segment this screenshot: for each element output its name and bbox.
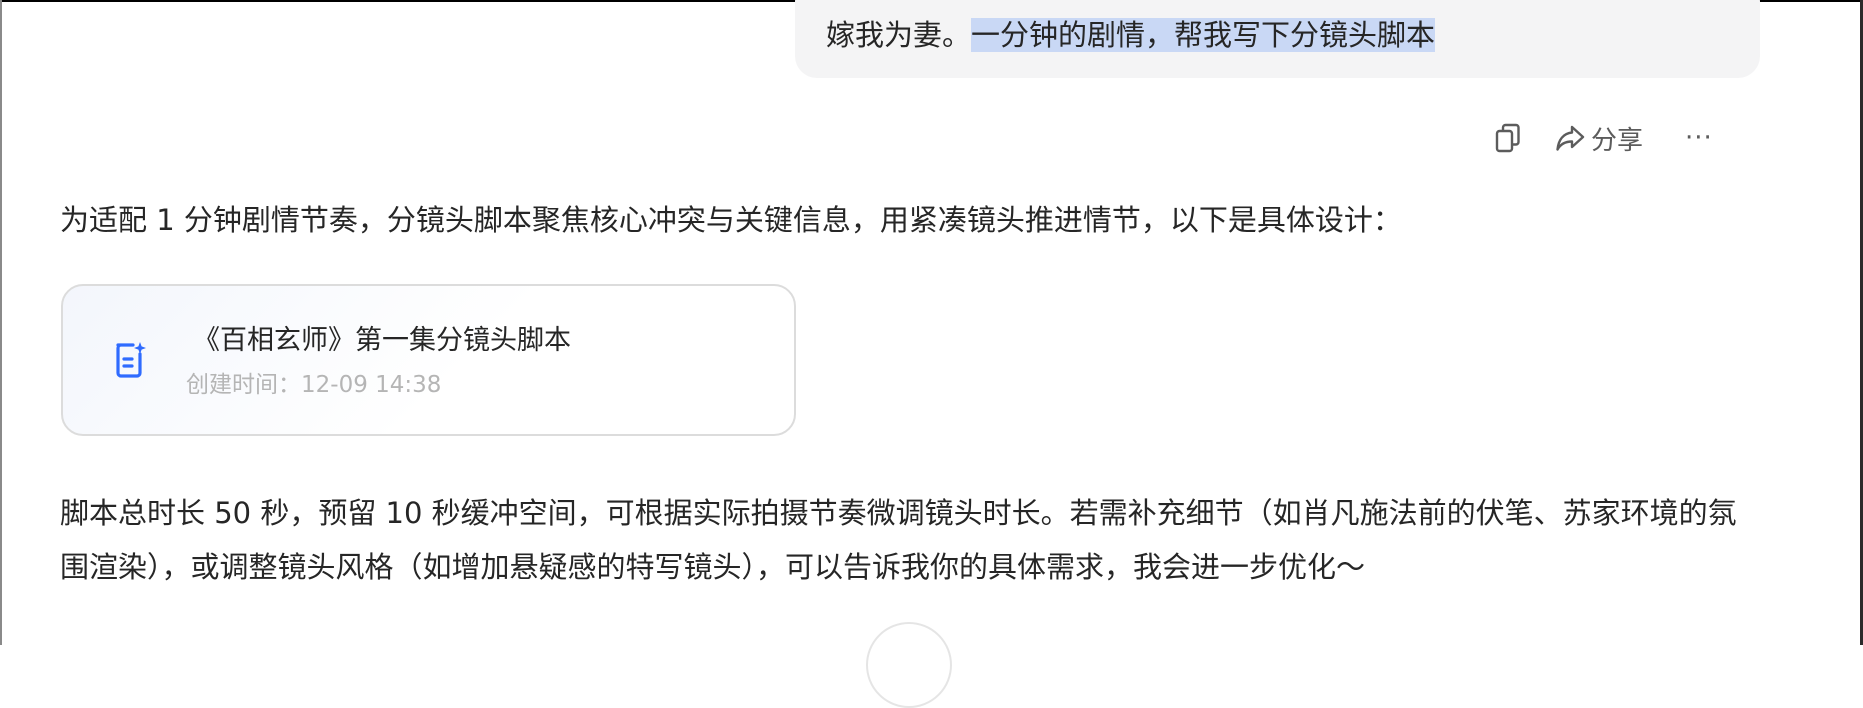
script-document-card[interactable]: 《百相玄师》第一集分镜头脚本 创建时间：12-09 14:38	[61, 284, 796, 436]
user-message-text[interactable]: 嫁我为妻。一分钟的剧情，帮我写下分镜头脚本	[826, 14, 1436, 56]
share-label: 分享	[1591, 125, 1644, 156]
message-action-bar: 分享 ···	[1495, 118, 1713, 158]
user-message-text-selected[interactable]: 一分钟的剧情，帮我写下分镜头脚本	[971, 18, 1436, 52]
document-created-time: 创建时间：12-09 14:38	[186, 368, 441, 402]
document-sparkle-icon	[116, 342, 146, 378]
copy-icon	[1495, 123, 1520, 153]
copy-button[interactable]	[1495, 123, 1521, 153]
scroll-to-bottom-button[interactable]	[866, 622, 952, 708]
created-time-label: 创建时间：	[186, 372, 301, 398]
share-icon	[1556, 125, 1585, 151]
created-time-value: 12-09 14:38	[301, 372, 442, 398]
more-dots-icon: ···	[1685, 123, 1713, 153]
document-title: 《百相玄师》第一集分镜头脚本	[193, 325, 571, 356]
user-message-text-plain: 嫁我为妻。	[826, 18, 972, 52]
more-options-button[interactable]: ···	[1685, 123, 1713, 153]
reply-intro-text: 为适配 1 分钟剧情节奏，分镜头脚本聚焦核心冲突与关键信息，用紧凑镜头推进情节，…	[60, 203, 1402, 237]
window-left-border	[0, 0, 2, 645]
share-button[interactable]: 分享	[1555, 120, 1643, 157]
reply-outro-text: 脚本总时长 50 秒，预留 10 秒缓冲空间，可根据实际拍摄节奏微调镜头时长。若…	[60, 496, 1737, 584]
